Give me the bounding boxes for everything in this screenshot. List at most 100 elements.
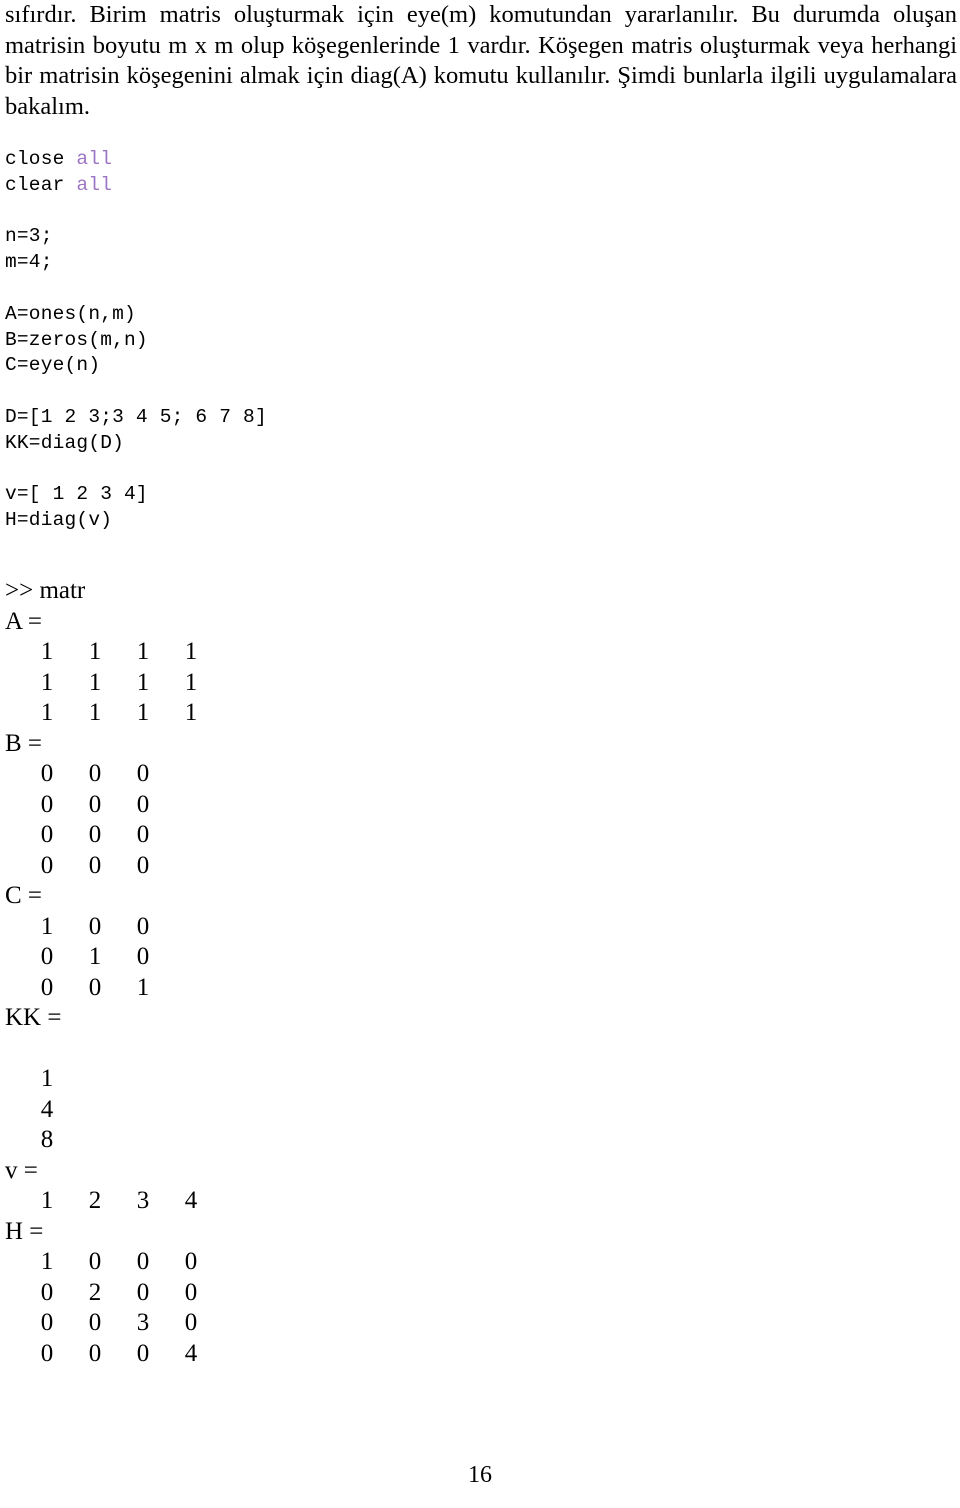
code-line-text: clear: [5, 173, 77, 196]
matrix-cell: 0: [40, 943, 54, 970]
code-line-text: A=ones(n,m): [5, 302, 136, 325]
code-line: clear all: [5, 173, 267, 199]
matrix-cell: 0: [88, 1309, 102, 1336]
matrix-row: 1 1 1 1: [5, 698, 215, 729]
matrix-row: 0 0 0: [5, 820, 215, 851]
matrix-cell: 0: [88, 973, 102, 1001]
matrix-row: 1: [5, 1064, 215, 1095]
matrix-cell: 0: [88, 760, 102, 787]
matlab-code-block: close all clear all n=3; m=4; A=ones(n,m) B…: [5, 147, 267, 534]
matrix-cell: 0: [88, 790, 102, 818]
code-line-text: D=[1 2 3;3 4 5; 6 7 8]: [5, 405, 267, 428]
matrix-cell: 0: [88, 1339, 102, 1367]
code-line-text: close: [5, 148, 77, 170]
code-line: close all: [5, 147, 267, 173]
matrix-cell: 4: [184, 1187, 198, 1214]
matrix-row-indent: [5, 1186, 23, 1217]
matrix-row-indent: [5, 1278, 23, 1309]
code-line: C=eye(n): [5, 353, 267, 379]
matrix-row: 1 1 1 1: [5, 668, 215, 699]
console-prompt-line: >> matr: [5, 577, 86, 604]
matrix-cell: 0: [184, 1309, 198, 1336]
matrix-cell: 0: [136, 760, 150, 787]
matrix-row: 1 0 0 0: [5, 1247, 215, 1278]
code-line: A=ones(n,m): [5, 302, 267, 328]
matrix-cell: 1: [40, 668, 54, 696]
matrix-row: 4: [5, 1095, 215, 1126]
code-line: v=[ 1 2 3 4]: [5, 482, 267, 508]
matrix-row: 1 1 1 1: [5, 637, 215, 668]
matrix-row-indent: [5, 1247, 23, 1278]
matrix-cell: 3: [136, 1309, 150, 1336]
matrix-row: 0 0 0: [5, 851, 215, 882]
matrix-cell: 1: [136, 973, 150, 1001]
matrix-cell: 0: [88, 912, 102, 940]
matrix-cell: 1: [40, 912, 54, 940]
matrix-row-indent: [5, 851, 23, 882]
matrix-cell: 1: [40, 1065, 54, 1092]
matrix-cell: 0: [40, 851, 54, 879]
code-line-text: m=4;: [5, 251, 53, 274]
matrix-row-indent: [5, 668, 23, 699]
matrix-row-indent: [5, 698, 23, 729]
matrix-cell: 1: [88, 638, 102, 665]
code-line-text: C=eye(n): [5, 354, 101, 377]
matrix-cell: 1: [40, 1248, 54, 1275]
matrix-row-indent: [5, 942, 23, 973]
matrix-row: 0 0 0: [5, 759, 215, 790]
matrix-cell: 0: [136, 1248, 150, 1275]
matrix-cell: 0: [40, 790, 54, 818]
matrix-cell: 1: [40, 638, 54, 665]
matrix-cell: 0: [40, 1309, 54, 1336]
matrix-cell: 1: [184, 699, 198, 726]
matrix-row-indent: [5, 1125, 23, 1156]
matrix-row: 0 0 0: [5, 790, 215, 821]
matrix-cell: 0: [136, 851, 150, 879]
matrix-row-indent: [5, 973, 23, 1004]
matrix-row-indent: [5, 1308, 23, 1339]
matrix-cell: 1: [136, 699, 150, 726]
matrix-cell: 0: [136, 821, 150, 848]
matrix-cell: 1: [88, 699, 102, 726]
matrix-row: 0 0 1: [5, 973, 215, 1004]
matrix-cell: 0: [40, 1278, 54, 1306]
matrix-cell: 0: [88, 851, 102, 879]
matrix-cell: 8: [40, 1126, 54, 1153]
code-line-text: H=diag(v): [5, 509, 113, 532]
matrix-row: 0 1 0: [5, 942, 215, 973]
console-variable-label: KK =: [5, 1004, 62, 1031]
code-keyword: all: [76, 173, 113, 196]
document-page: sıfırdır. Birim matris oluşturmak için e…: [0, 0, 960, 1508]
matrix-row-indent: [5, 759, 23, 790]
console-variable-label: v =: [5, 1156, 38, 1184]
matrix-row: 8: [5, 1125, 215, 1156]
code-line: H=diag(v): [5, 508, 267, 534]
code-line: m=4;: [5, 250, 267, 276]
matrix-row-indent: [5, 1064, 23, 1095]
matrix-row-indent: [5, 637, 23, 668]
code-line: D=[1 2 3;3 4 5; 6 7 8]: [5, 405, 267, 431]
matrix-row-indent: [5, 820, 23, 851]
matrix-cell: 4: [40, 1095, 54, 1123]
matrix-cell: 0: [88, 821, 102, 848]
matrix-cell: 4: [184, 1339, 198, 1367]
matrix-cell: 0: [136, 1278, 150, 1306]
matrix-cell: 0: [136, 912, 150, 940]
matrix-cell: 2: [88, 1278, 102, 1306]
matrix-row: 0 0 0 4: [5, 1339, 215, 1370]
console-variable-label: H =: [5, 1217, 44, 1245]
intro-paragraph-text: sıfırdır. Birim matris oluşturmak için e…: [5, 1, 957, 120]
matrix-row: 0 2 0 0: [5, 1278, 215, 1309]
matrix-cell: 1: [184, 638, 198, 665]
matrix-row-indent: [5, 912, 23, 943]
matrix-cell: 0: [136, 1339, 150, 1367]
matrix-row-indent: [5, 1339, 23, 1370]
matrix-cell: 0: [136, 790, 150, 818]
code-line: B=zeros(m,n): [5, 328, 267, 354]
matrix-cell: 2: [88, 1187, 102, 1214]
matrix-cell: 1: [184, 668, 198, 696]
